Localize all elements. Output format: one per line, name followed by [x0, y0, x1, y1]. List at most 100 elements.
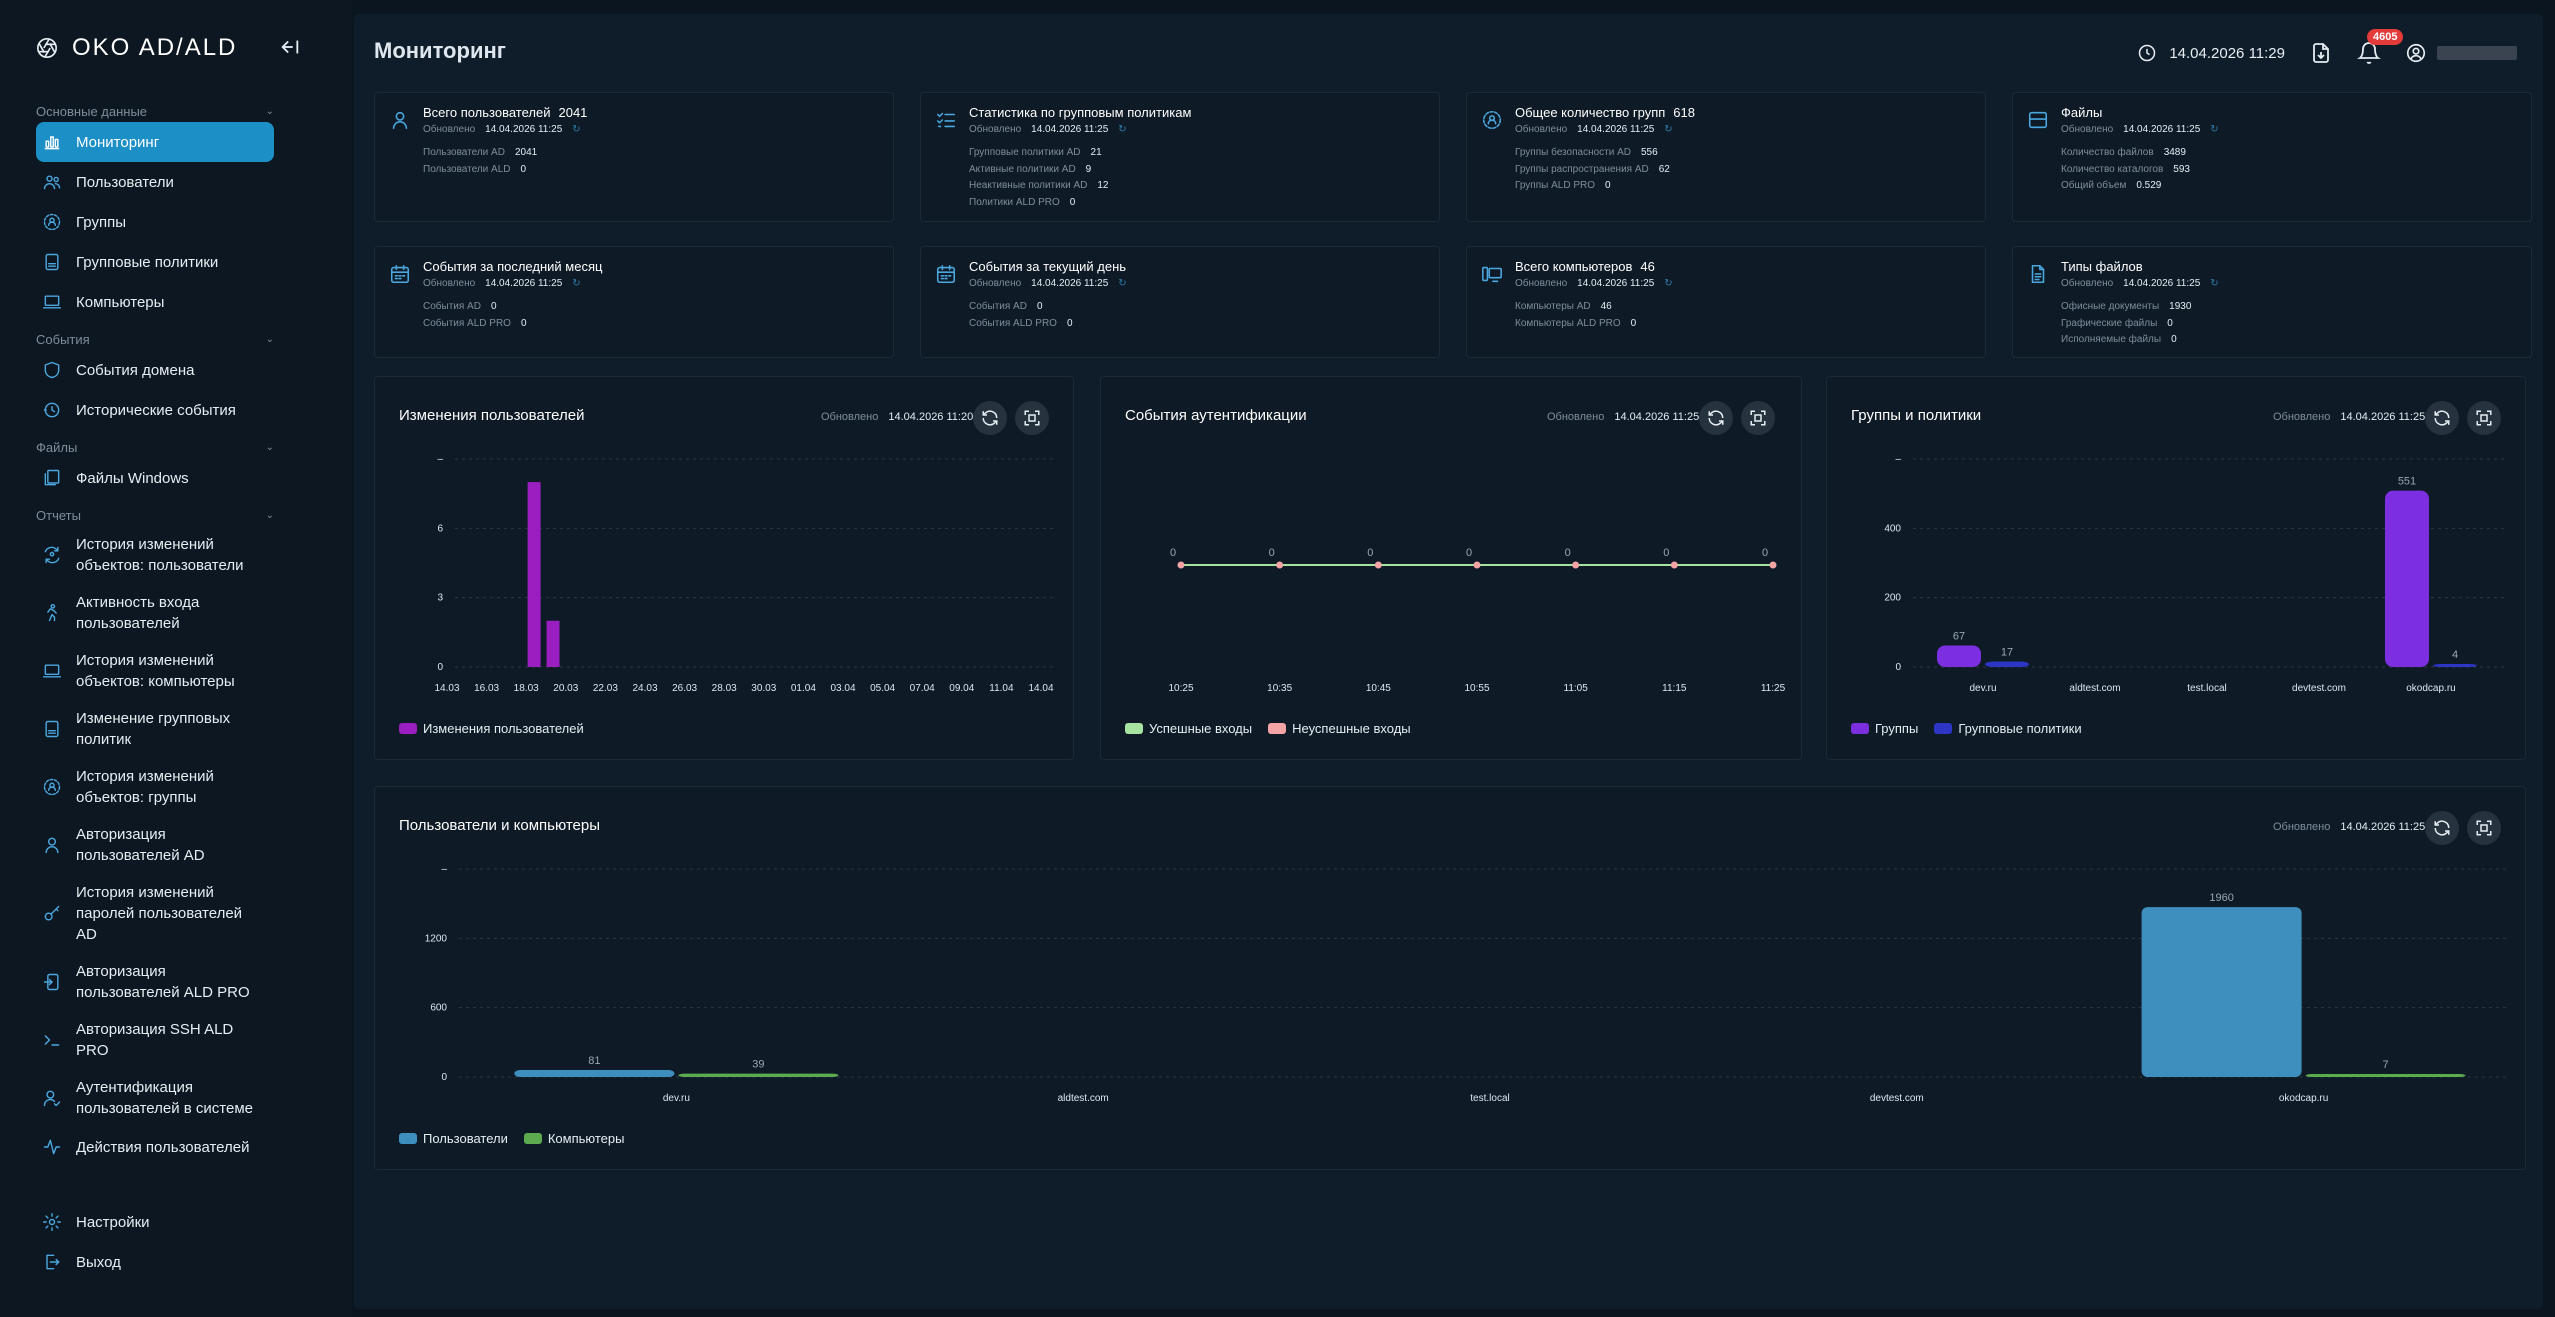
stat-title-text: Статистика по групповым политикам — [969, 105, 1192, 120]
data-point[interactable] — [1374, 561, 1382, 569]
nav-section-header[interactable]: Отчеты ⌄ — [36, 504, 274, 526]
stat-row-label: Общий объем — [2061, 180, 2127, 191]
panel-auth-events: События аутентификации Обновлено 14.04.2… — [1100, 376, 1802, 760]
stat-row-label: Пользователи AD — [423, 147, 505, 158]
login-icon — [43, 973, 59, 991]
refresh-icon[interactable]: ↻ — [1664, 278, 1672, 289]
refresh-icon[interactable]: ↻ — [1118, 124, 1126, 135]
collapse-sidebar-button[interactable] — [278, 36, 302, 60]
sidebar-item[interactable]: Авторизация SSH ALD PRO — [36, 1011, 274, 1069]
bar[interactable] — [1985, 661, 2029, 667]
legend-item[interactable]: Пользователи — [399, 1131, 508, 1146]
stat-row: Неактивные политики AD 12 — [969, 178, 1425, 195]
sidebar-item[interactable]: Авторизация пользователей AD — [36, 816, 274, 874]
legend-item[interactable]: Успешные входы — [1125, 721, 1252, 736]
user-check-icon — [43, 1090, 61, 1107]
user-menu[interactable] — [2405, 42, 2517, 64]
sidebar-item[interactable]: Аутентификация пользователей в системе — [36, 1069, 274, 1127]
bar[interactable] — [2305, 1074, 2466, 1077]
collapse-left-icon — [281, 40, 299, 54]
sidebar-item[interactable]: История изменений объектов: группы — [36, 758, 274, 816]
stat-row-value: 62 — [1658, 163, 1670, 175]
files-icon — [44, 469, 60, 486]
legend-item[interactable]: Группы — [1851, 721, 1918, 736]
sidebar-item-label: История изменений объектов: компьютеры — [76, 652, 235, 690]
refresh-icon[interactable]: ↻ — [572, 278, 580, 289]
sidebar-item[interactable]: История изменений объектов: компьютеры — [36, 642, 274, 700]
stat-row-label: Неактивные политики AD — [969, 180, 1088, 191]
point-label: 0 — [1269, 547, 1275, 559]
sidebar-item[interactable]: История изменений объектов: пользователи — [36, 526, 274, 584]
sidebar-item[interactable]: Выход — [36, 1242, 274, 1282]
sidebar-item-label: Пользователи — [76, 173, 174, 191]
legend-item[interactable]: Изменения пользователей — [399, 721, 584, 736]
legend-item[interactable]: Компьютеры — [523, 1131, 625, 1146]
bar[interactable] — [678, 1073, 839, 1077]
nav-section-header[interactable]: События ⌄ — [36, 328, 274, 350]
sidebar-item[interactable]: Исторические события — [36, 390, 274, 430]
refresh-icon[interactable]: ↻ — [572, 124, 580, 135]
sidebar-item[interactable]: Изменение групповых политик — [36, 700, 274, 758]
bar[interactable] — [546, 620, 560, 667]
chevron-down-icon: ⌄ — [265, 441, 274, 453]
stat-row-label: Исполняемые файлы — [2061, 334, 2162, 345]
x-tick-label: 10:45 — [1366, 683, 1391, 694]
sidebar-item[interactable]: Авторизация пользователей ALD PRO — [36, 953, 274, 1011]
data-point[interactable] — [1473, 561, 1481, 569]
sidebar-item-label: Компьютеры — [76, 293, 165, 311]
nav-section-header[interactable]: Основные данные ⌄ — [36, 100, 274, 122]
walk-icon — [47, 603, 57, 622]
sidebar-item[interactable]: Действия пользователей — [36, 1127, 274, 1167]
legend-swatch — [399, 723, 417, 734]
sidebar-item[interactable]: Настройки — [36, 1202, 274, 1242]
stat-row-label: Офисные документы — [2061, 301, 2160, 312]
sidebar-item[interactable]: Пользователи — [36, 162, 274, 202]
bar[interactable] — [527, 482, 541, 667]
stat-row: Активные политики AD 9 — [969, 162, 1425, 179]
auth-events-chart: 0 10:25 0 10:35 0 10:45 0 10:55 0 11:05 0 11:15 0 11:… — [1168, 547, 1785, 694]
x-tick-label: 10:55 — [1464, 683, 1489, 694]
bar[interactable] — [2433, 664, 2477, 667]
x-tick-label: devtest.com — [1870, 1093, 1924, 1104]
data-point[interactable] — [1670, 561, 1678, 569]
data-point[interactable] — [1572, 561, 1580, 569]
bar[interactable] — [1937, 645, 1981, 667]
bar[interactable] — [2141, 907, 2302, 1077]
sidebar-item[interactable]: Групповые политики — [36, 242, 274, 282]
stat-row-value: 0 — [1036, 301, 1043, 312]
legend-item[interactable]: Групповые политики — [1934, 721, 2082, 736]
refresh-icon[interactable]: ↻ — [2210, 278, 2218, 289]
sidebar-bottom-nav: Настройки Выход — [36, 1202, 274, 1282]
legend-item[interactable]: Неуспешные входы — [1268, 721, 1411, 736]
sidebar-item-label: Исторические события — [76, 401, 236, 419]
data-point[interactable] — [1177, 561, 1185, 569]
data-point[interactable] — [1769, 561, 1777, 569]
updated-label: Обновлено — [423, 124, 476, 135]
bar[interactable] — [2385, 490, 2429, 667]
bar-value-label: 39 — [752, 1059, 764, 1071]
x-tick-label: 22.03 — [593, 683, 618, 694]
stat-row-value: 1930 — [2169, 301, 2192, 312]
sidebar-item[interactable]: Активность входа пользователей — [36, 584, 274, 642]
stat-row-value: 0 — [520, 163, 527, 175]
refresh-icon[interactable]: ↻ — [1664, 124, 1672, 135]
sidebar-item[interactable]: Компьютеры — [36, 282, 274, 322]
notifications-button[interactable]: 4605 — [2357, 29, 2404, 65]
export-button[interactable] — [2309, 41, 2333, 65]
bar[interactable] — [514, 1069, 675, 1077]
data-point[interactable] — [1276, 561, 1284, 569]
stat-title: События за текущий день — [969, 259, 1134, 274]
bar-value-label: 17 — [2001, 647, 2013, 659]
refresh-icon[interactable]: ↻ — [1118, 278, 1126, 289]
refresh-icon[interactable]: ↻ — [2210, 124, 2218, 135]
sidebar-item[interactable]: Мониторинг — [36, 122, 274, 162]
sidebar-item[interactable]: Файлы Windows — [36, 458, 274, 498]
nav-section-header[interactable]: Файлы ⌄ — [36, 436, 274, 458]
legend-swatch — [523, 1133, 542, 1144]
sidebar-item[interactable]: События домена — [36, 350, 274, 390]
stat-updated: Обновлено 14.04.2026 11:25 ↻ — [969, 278, 1134, 289]
updated-label: Обновлено — [1515, 278, 1568, 289]
sidebar-item[interactable]: Группы — [36, 202, 274, 242]
brand[interactable]: OKO AD/ALD — [36, 34, 237, 62]
sidebar-item[interactable]: История изменений паролей пользователей … — [36, 874, 274, 953]
